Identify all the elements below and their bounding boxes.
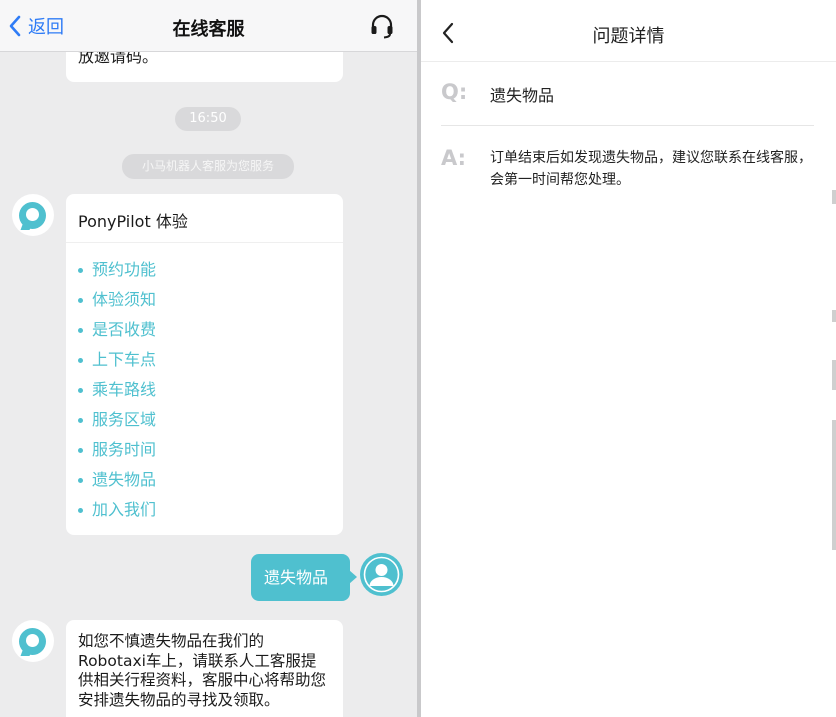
- edge-artifact: [832, 190, 836, 204]
- edge-artifact: [832, 420, 836, 550]
- detail-title: 问题详情: [592, 26, 665, 47]
- question-text: 遗失物品: [490, 86, 555, 105]
- bullet-icon: [78, 357, 83, 363]
- bullet-icon: [78, 267, 83, 273]
- faq-item-label: 体验须知: [92, 290, 157, 309]
- faq-item-label: 加入我们: [92, 500, 157, 519]
- faq-item-service-area[interactable]: 服务区域: [78, 405, 156, 435]
- answer-label: A:: [441, 146, 467, 170]
- faq-item-label: 服务区域: [92, 410, 157, 429]
- chat-header: 返回 在线客服: [0, 0, 417, 52]
- bullet-icon: [78, 297, 83, 303]
- question-detail-screen: 问题详情 Q: 遗失物品 A: 订单结束后如发现遗失物品，建议您联系在线客服，会…: [421, 0, 836, 717]
- faq-item-label: 预约功能: [92, 260, 157, 279]
- bullet-icon: [78, 507, 83, 513]
- chat-screen: 返回 在线客服 放邀请码。 16:50 小马机器人客服为您服务 PonyPilo…: [0, 0, 417, 717]
- system-notice: 小马机器人客服为您服务: [122, 154, 294, 179]
- faq-item-join-us[interactable]: 加入我们: [78, 495, 156, 525]
- faq-item-pickup-points[interactable]: 上下车点: [78, 345, 156, 375]
- question-label: Q:: [441, 80, 468, 104]
- bullet-icon: [78, 477, 83, 483]
- edge-artifact: [832, 360, 836, 390]
- screen-root: 返回 在线客服 放邀请码。 16:50 小马机器人客服为您服务 PonyPilo…: [0, 0, 836, 717]
- bullet-icon: [78, 417, 83, 423]
- headset-icon[interactable]: [368, 12, 396, 40]
- bot-avatar-icon: [12, 194, 54, 236]
- detail-header: 问题详情: [421, 0, 836, 62]
- answer-text: 订单结束后如发现遗失物品，建议您联系在线客服，会第一时间帮您处理。: [490, 150, 812, 188]
- faq-item-fees[interactable]: 是否收费: [78, 315, 156, 345]
- faq-item-label: 遗失物品: [92, 470, 157, 489]
- user-message: 遗失物品: [251, 554, 357, 601]
- bullet-icon: [78, 447, 83, 453]
- qa-divider: [441, 125, 814, 126]
- faq-menu-card: PonyPilot 体验 预约功能 体验须知 是否收费 上下车点 乘车路线 服务…: [66, 194, 343, 535]
- faq-item-label: 乘车路线: [92, 380, 157, 399]
- bot-avatar-icon: [12, 620, 54, 662]
- faq-item-label: 上下车点: [92, 350, 157, 369]
- faq-item-label: 服务时间: [92, 440, 157, 459]
- edge-artifact: [832, 310, 836, 322]
- faq-item-routes[interactable]: 乘车路线: [78, 375, 156, 405]
- bot-answer-message: 如您不慎遗失物品在我们的Robotaxi车上，请联系人工客服提供相关行程资料，客…: [66, 620, 343, 717]
- menu-card-title: PonyPilot 体验: [78, 212, 188, 231]
- faq-item-label: 是否收费: [92, 320, 157, 339]
- bullet-icon: [78, 327, 83, 333]
- faq-menu-list: 预约功能 体验须知 是否收费 上下车点 乘车路线 服务区域 服务时间 遗失物品 …: [78, 255, 156, 525]
- bullet-icon: [78, 387, 83, 393]
- chat-title: 在线客服: [172, 19, 245, 40]
- faq-item-guidelines[interactable]: 体验须知: [78, 285, 156, 315]
- faq-item-service-hours[interactable]: 服务时间: [78, 435, 156, 465]
- faq-item-lost-items[interactable]: 遗失物品: [78, 465, 156, 495]
- faq-item-reservation[interactable]: 预约功能: [78, 255, 156, 285]
- user-avatar-icon: [360, 553, 403, 596]
- timestamp-pill: 16:50: [175, 107, 241, 131]
- menu-divider: [66, 242, 343, 243]
